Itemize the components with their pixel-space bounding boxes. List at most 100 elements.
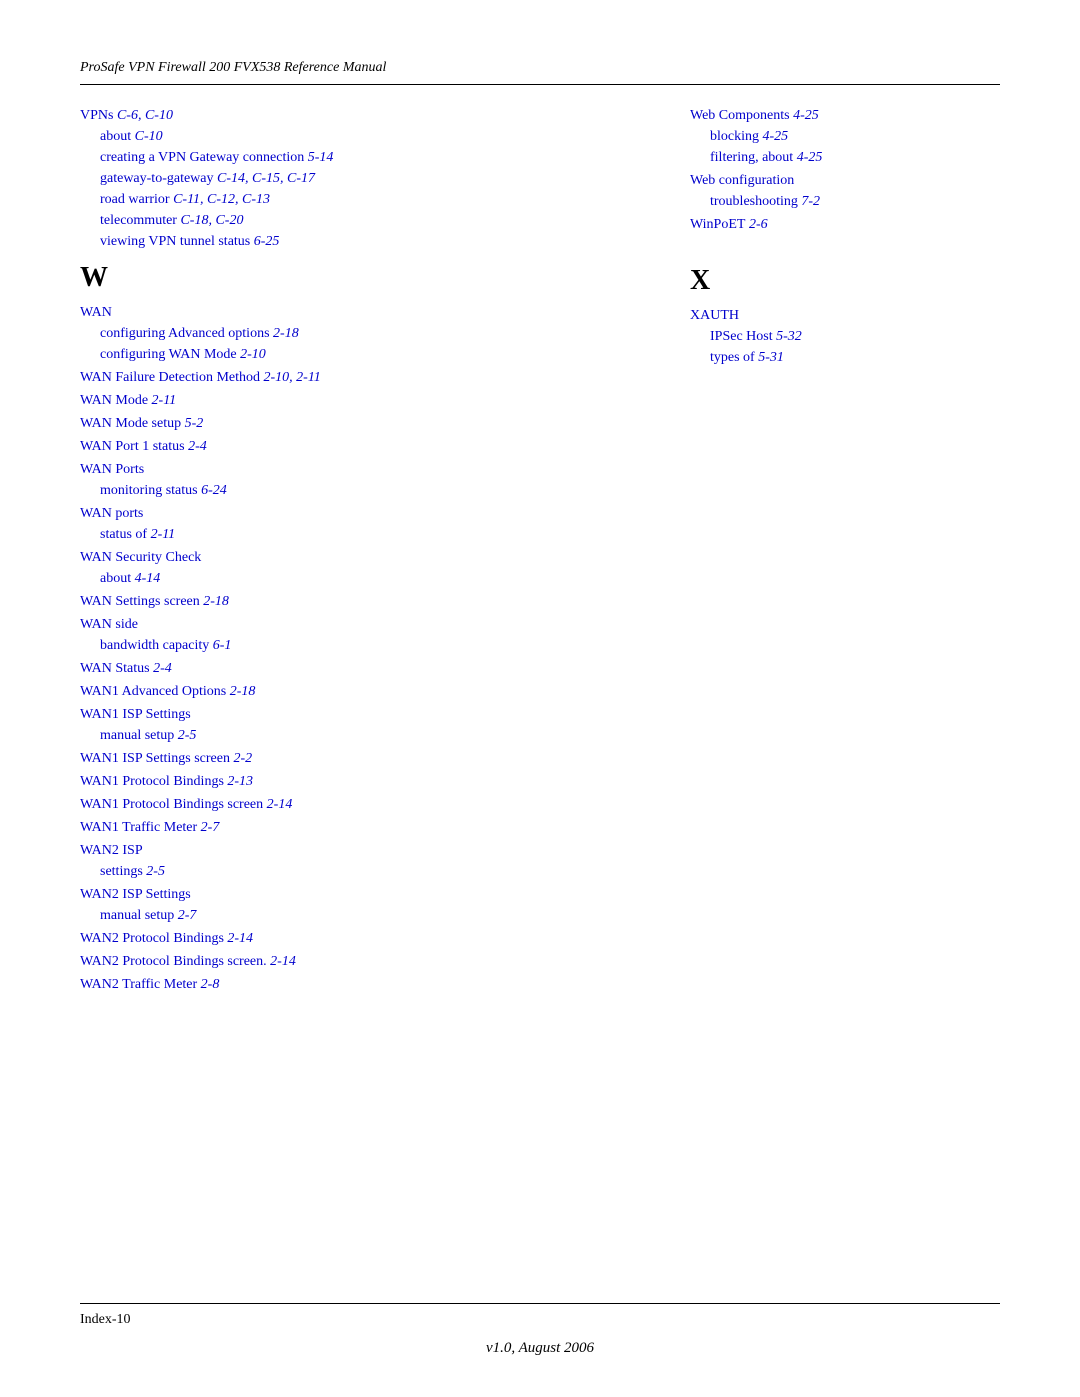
sub-link[interactable]: filtering, about [710, 150, 793, 165]
sub-link[interactable]: bandwidth capacity [100, 638, 209, 653]
entry-ref[interactable]: 2-14 [270, 954, 296, 969]
entry-sub: viewing VPN tunnel status 6-25 [80, 231, 640, 252]
sub-ref[interactable]: C-18, C-20 [180, 213, 243, 228]
entry-ref[interactable]: 2-6 [749, 217, 768, 232]
sub-ref[interactable]: C-14, C-15, C-17 [217, 171, 315, 186]
entry-ref[interactable]: 5-2 [185, 416, 204, 431]
sub-link[interactable]: types of [710, 350, 755, 365]
entry-link[interactable]: WAN Security Check [80, 550, 201, 565]
list-item: Web configuration troubleshooting 7-2 [690, 170, 1000, 212]
entry-link[interactable]: WAN1 ISP Settings screen [80, 751, 230, 766]
sub-ref[interactable]: 6-1 [213, 638, 232, 653]
entry-link[interactable]: WAN1 ISP Settings [80, 707, 191, 722]
sub-link[interactable]: gateway-to-gateway [100, 171, 214, 186]
entry-main: WAN Mode 2-11 [80, 390, 640, 411]
sub-ref[interactable]: 2-7 [178, 908, 197, 923]
entry-link[interactable]: WAN2 Traffic Meter [80, 977, 197, 992]
entry-ref[interactable]: 2-4 [188, 439, 207, 454]
sub-ref[interactable]: 2-11 [151, 527, 176, 542]
entry-ref[interactable]: 2-4 [153, 661, 172, 676]
list-item: WAN Failure Detection Method 2-10, 2-11 [80, 367, 640, 388]
sub-ref[interactable]: 2-5 [178, 728, 197, 743]
entry-main: WAN1 ISP Settings [80, 704, 640, 725]
sub-ref[interactable]: 2-5 [146, 864, 165, 879]
entry-link[interactable]: WAN [80, 305, 112, 320]
sub-link[interactable]: configuring WAN Mode [100, 347, 237, 362]
sub-ref[interactable]: 4-25 [797, 150, 823, 165]
entry-link[interactable]: WinPoET [690, 217, 745, 232]
entry-link[interactable]: WAN ports [80, 506, 143, 521]
entry-link[interactable]: WAN2 Protocol Bindings screen. [80, 954, 267, 969]
sub-ref[interactable]: 4-14 [135, 571, 161, 586]
entry-link[interactable]: WAN Failure Detection Method [80, 370, 260, 385]
entry-ref[interactable]: 2-18 [203, 594, 229, 609]
entry-link[interactable]: VPNs [80, 108, 113, 123]
entry-ref[interactable]: 2-2 [233, 751, 252, 766]
list-item: WAN Mode setup 5-2 [80, 413, 640, 434]
entry-link[interactable]: WAN2 ISP Settings [80, 887, 191, 902]
list-item: VPNs C-6, C-10 about C-10 creating a VPN… [80, 105, 640, 252]
sub-ref[interactable]: 2-10 [240, 347, 266, 362]
sub-link[interactable]: creating a VPN Gateway connection [100, 150, 304, 165]
entry-link[interactable]: Web configuration [690, 173, 794, 188]
header-title: ProSafe VPN Firewall 200 FVX538 Referenc… [80, 60, 386, 75]
page-footer: Index-10 v1.0, August 2006 [80, 1303, 1000, 1357]
entry-ref[interactable]: 4-25 [793, 108, 819, 123]
entry-link[interactable]: WAN1 Traffic Meter [80, 820, 197, 835]
sub-link[interactable]: manual setup [100, 728, 174, 743]
entry-ref[interactable]: C-6, C-10 [117, 108, 173, 123]
sub-link[interactable]: about [100, 571, 131, 586]
entry-link[interactable]: WAN side [80, 617, 138, 632]
entry-main: WAN1 Traffic Meter 2-7 [80, 817, 640, 838]
sub-ref[interactable]: C-10 [135, 129, 163, 144]
entry-ref[interactable]: 2-8 [201, 977, 220, 992]
sub-link[interactable]: troubleshooting [710, 194, 798, 209]
list-item: WAN1 Protocol Bindings 2-13 [80, 771, 640, 792]
sub-link[interactable]: manual setup [100, 908, 174, 923]
entry-main: WAN Ports [80, 459, 640, 480]
entry-sub: about C-10 [80, 126, 640, 147]
entry-link[interactable]: Web Components [690, 108, 790, 123]
entry-link[interactable]: WAN Port 1 status [80, 439, 185, 454]
entry-ref[interactable]: 2-10, 2-11 [264, 370, 321, 385]
entry-ref[interactable]: 2-14 [267, 797, 293, 812]
sub-ref[interactable]: 5-14 [308, 150, 334, 165]
entry-link[interactable]: WAN Mode setup [80, 416, 181, 431]
entry-ref[interactable]: 2-7 [201, 820, 220, 835]
sub-ref[interactable]: 5-32 [776, 329, 802, 344]
sub-ref[interactable]: 2-18 [273, 326, 299, 341]
sub-link[interactable]: IPSec Host [710, 329, 773, 344]
sub-ref[interactable]: 5-31 [758, 350, 784, 365]
right-column: Web Components 4-25 blocking 4-25 filter… [680, 105, 1000, 1283]
sub-link[interactable]: viewing VPN tunnel status [100, 234, 250, 249]
entry-ref[interactable]: 2-13 [227, 774, 253, 789]
sub-ref[interactable]: 7-2 [801, 194, 820, 209]
sub-link[interactable]: configuring Advanced options [100, 326, 270, 341]
sub-link[interactable]: blocking [710, 129, 759, 144]
entry-ref[interactable]: 2-18 [230, 684, 256, 699]
sub-link[interactable]: status of [100, 527, 147, 542]
sub-ref[interactable]: C-11, C-12, C-13 [173, 192, 270, 207]
entry-link[interactable]: WAN1 Protocol Bindings screen [80, 797, 263, 812]
entry-link[interactable]: WAN2 ISP [80, 843, 143, 858]
sub-link[interactable]: telecommuter [100, 213, 177, 228]
entry-sub: telecommuter C-18, C-20 [80, 210, 640, 231]
entry-link[interactable]: XAUTH [690, 308, 739, 323]
entry-link[interactable]: WAN Mode [80, 393, 148, 408]
entry-link[interactable]: WAN1 Protocol Bindings [80, 774, 224, 789]
entry-ref[interactable]: 2-14 [227, 931, 253, 946]
sub-link[interactable]: about [100, 129, 131, 144]
sub-ref[interactable]: 4-25 [763, 129, 789, 144]
entry-link[interactable]: WAN Ports [80, 462, 144, 477]
sub-ref[interactable]: 6-24 [201, 483, 227, 498]
sub-link[interactable]: settings [100, 864, 143, 879]
sub-link[interactable]: road warrior [100, 192, 170, 207]
entry-ref[interactable]: 2-11 [152, 393, 177, 408]
entry-link[interactable]: WAN1 Advanced Options [80, 684, 226, 699]
list-item: WAN2 ISP settings 2-5 [80, 840, 640, 882]
entry-link[interactable]: WAN Settings screen [80, 594, 200, 609]
sub-link[interactable]: monitoring status [100, 483, 198, 498]
entry-link[interactable]: WAN2 Protocol Bindings [80, 931, 224, 946]
sub-ref[interactable]: 6-25 [254, 234, 280, 249]
entry-link[interactable]: WAN Status [80, 661, 150, 676]
